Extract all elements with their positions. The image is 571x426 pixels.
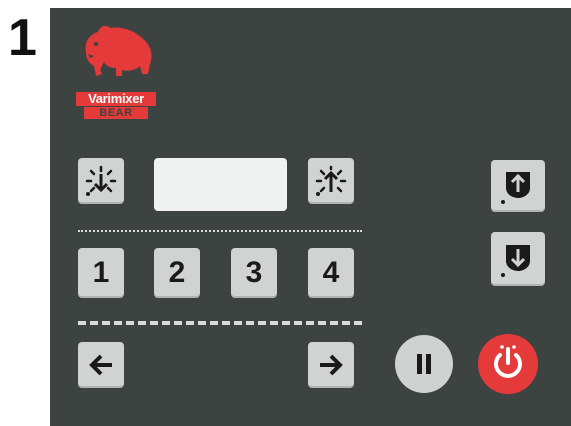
speed-up-icon	[315, 165, 347, 196]
bear-icon	[85, 25, 152, 76]
power-icon	[494, 345, 522, 378]
brand-sub: BEAR	[84, 107, 148, 119]
speed-up-button[interactable]	[308, 158, 354, 204]
bowl-up-icon	[501, 172, 530, 204]
bowl-down-icon	[501, 245, 530, 277]
control-panel: Varimixer BEAR 1 2 3 4	[50, 8, 571, 426]
timer-button-4[interactable]: 4	[308, 248, 354, 298]
nav-right-button[interactable]	[308, 342, 354, 388]
varimixer-logo: Varimixer BEAR	[76, 22, 156, 119]
speed-down-button[interactable]	[78, 158, 124, 204]
brand-name: Varimixer	[76, 92, 156, 106]
figure-step-number: 1	[8, 9, 37, 67]
pause-button[interactable]	[395, 335, 453, 393]
timer-label: 4	[322, 256, 340, 289]
arrow-left-icon	[89, 354, 112, 376]
timer-label: 3	[245, 256, 263, 289]
speed-down-icon	[85, 165, 117, 196]
power-button[interactable]	[478, 334, 538, 394]
bowl-down-button[interactable]	[491, 232, 545, 286]
arrow-right-icon	[320, 354, 343, 376]
dashed-separator	[78, 321, 362, 325]
nav-left-button[interactable]	[78, 342, 124, 388]
timer-button-3[interactable]: 3	[231, 248, 277, 298]
timer-button-1[interactable]: 1	[78, 248, 124, 298]
bowl-up-button[interactable]	[491, 160, 545, 212]
timer-label: 1	[92, 256, 110, 289]
dotted-separator	[78, 230, 362, 232]
timer-button-2[interactable]: 2	[154, 248, 200, 298]
pause-icon	[417, 354, 431, 374]
speed-display	[154, 158, 287, 211]
timer-label: 2	[168, 256, 186, 289]
